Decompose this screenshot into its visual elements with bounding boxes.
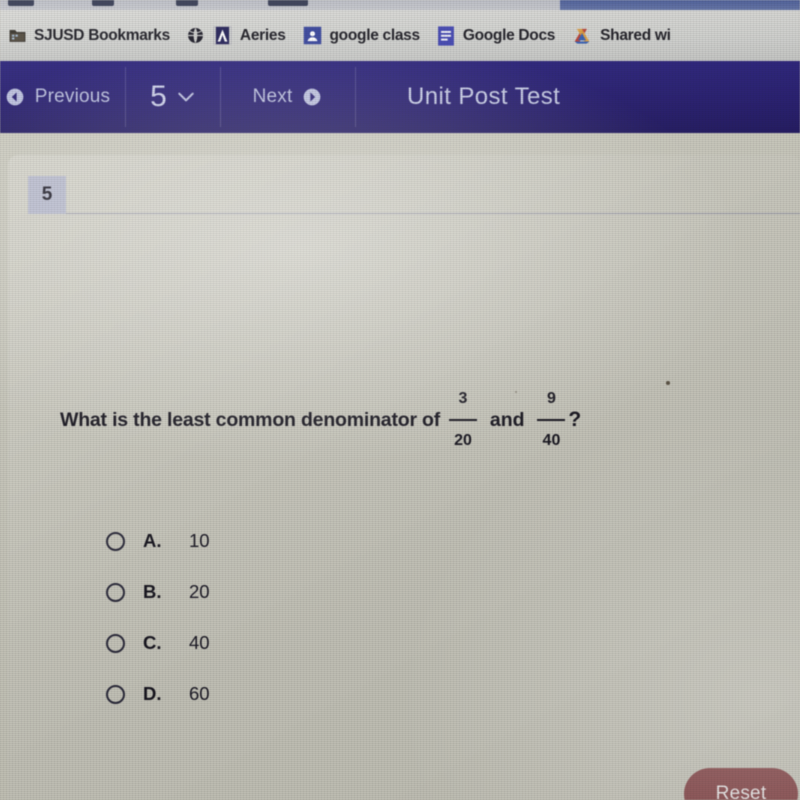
answer-choice-a[interactable]: A. 10 (106, 527, 210, 555)
question-conjunction: and (489, 408, 525, 431)
google-drive-icon (574, 28, 590, 44)
test-title: Unit Post Test (355, 61, 800, 133)
bookmark-item-google-class[interactable]: google class (296, 19, 430, 53)
answer-letter-b: B. (143, 581, 162, 602)
bookmark-label: SJUSD Bookmarks (34, 26, 170, 44)
reset-button[interactable]: Reset (684, 768, 798, 800)
answer-letter-c: C. (143, 632, 162, 653)
next-label: Next (252, 86, 293, 107)
bookmarks-bar: SJUSD Bookmarks Aeries google class Goog… (0, 10, 800, 61)
test-navigation-bar: Previous 5 Next Unit Post Test (0, 61, 800, 133)
answer-value-c: 40 (189, 632, 210, 653)
bookmark-label: Aeries (239, 26, 286, 44)
aeries-a-icon (213, 26, 232, 45)
fraction-two-numerator: 9 (546, 390, 556, 407)
bookmark-item-shared-with-me[interactable]: Shared wi (565, 19, 681, 53)
test-title-label: Unit Post Test (407, 83, 561, 110)
question-stem-text: What is the least common denominator of (60, 408, 441, 431)
google-docs-icon (437, 25, 454, 46)
dust-speck (666, 381, 670, 385)
fraction-one-bar (448, 418, 477, 422)
radio-button-d[interactable] (106, 684, 125, 704)
circle-left-arrow-icon (6, 88, 24, 106)
browser-tab-nub[interactable] (92, 0, 114, 6)
card-divider (66, 213, 800, 214)
bookmark-item-aeries[interactable]: Aeries (180, 19, 296, 53)
answer-choice-d[interactable]: D. 60 (106, 680, 210, 708)
question-stem: What is the least common denominator of … (60, 391, 581, 449)
previous-label: Previous (34, 86, 111, 107)
bookmark-label: Shared wi (600, 26, 671, 44)
answer-value-d: 60 (189, 683, 210, 704)
answer-choice-b[interactable]: B. 20 (106, 578, 210, 606)
dust-speck (515, 391, 517, 393)
fraction-two-bar (537, 418, 566, 422)
globe-icon (187, 28, 203, 43)
question-number-badge: 5 (28, 176, 66, 214)
bookmark-label: google class (329, 26, 421, 44)
fraction-two: 9 40 (529, 391, 575, 449)
answer-value-b: 20 (189, 581, 210, 602)
next-button[interactable]: Next (220, 61, 355, 133)
google-classroom-icon (303, 26, 321, 45)
bookmark-label: Google Docs (462, 26, 556, 44)
previous-button[interactable]: Previous (0, 61, 125, 133)
fraction-two-denominator: 40 (542, 432, 561, 449)
page-number-dropdown[interactable]: 5 (125, 61, 220, 133)
browser-tab-nub[interactable] (8, 0, 34, 6)
radio-button-a[interactable] (106, 531, 125, 551)
browser-tabstrip-right (560, 0, 800, 10)
question-number-value: 5 (41, 184, 53, 205)
page-number-value: 5 (150, 80, 167, 113)
screen-photograph: SJUSD Bookmarks Aeries google class Goog… (0, 0, 800, 800)
browser-tab-strip (0, 0, 800, 10)
bookmark-item-sjusd-bookmarks[interactable]: SJUSD Bookmarks (2, 19, 180, 53)
bookmark-item-google-docs[interactable]: Google Docs (430, 19, 565, 53)
fraction-one-numerator: 3 (458, 390, 468, 407)
fraction-one-denominator: 20 (454, 432, 472, 449)
answer-choices-list: A. 10 B. 20 C. 40 D. 60 (106, 527, 210, 708)
fraction-one: 3 20 (440, 391, 486, 449)
chevron-down-icon (178, 92, 194, 102)
circle-right-arrow-icon (304, 88, 321, 106)
reset-button-label: Reset (715, 783, 767, 800)
answer-letter-d: D. (143, 683, 162, 704)
radio-button-c[interactable] (106, 633, 125, 653)
answer-value-a: 10 (189, 530, 210, 551)
answer-choice-c[interactable]: C. 40 (106, 629, 210, 657)
question-card: 5 What is the least common denominator o… (8, 155, 800, 800)
folder-icon (9, 29, 26, 42)
answer-letter-a: A. (143, 530, 162, 551)
radio-button-b[interactable] (106, 582, 125, 602)
browser-tab-nub[interactable] (268, 0, 308, 6)
browser-tab-nub[interactable] (176, 0, 198, 6)
